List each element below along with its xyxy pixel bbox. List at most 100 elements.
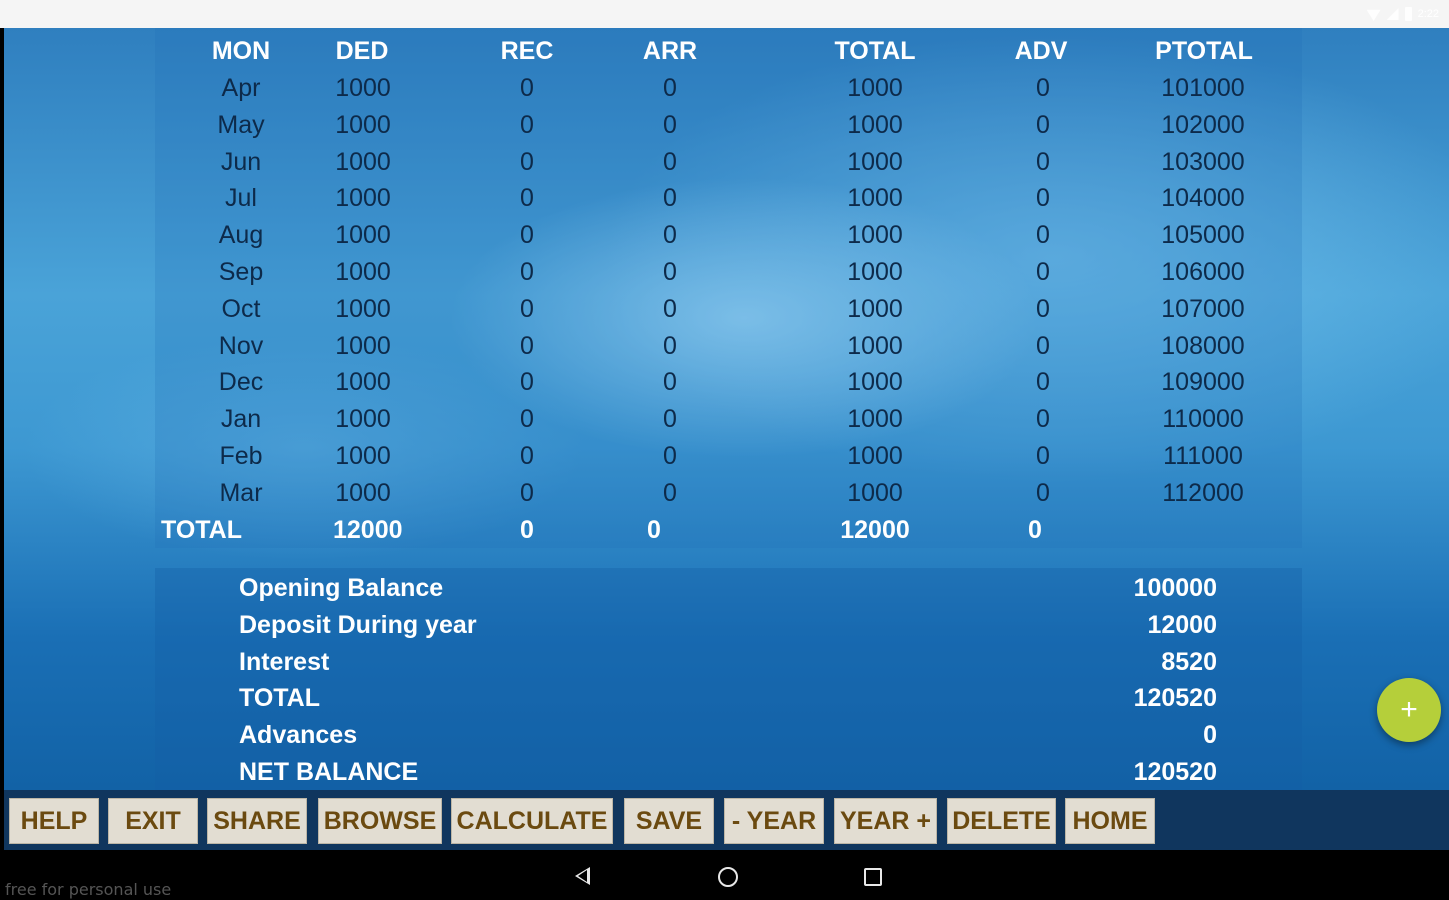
cell-ptotal: 106000 [1161, 258, 1245, 286]
battery-icon [1404, 7, 1412, 21]
cell-ded: 1000 [335, 368, 391, 397]
cell-mon: Dec [218, 368, 264, 397]
cell-arr: 0 [663, 110, 677, 139]
cell-total: 1000 [847, 294, 903, 323]
wifi-icon [1366, 9, 1381, 21]
cell-adv: 0 [1036, 368, 1050, 397]
summary-value: 120520 [1133, 684, 1217, 713]
status-icons: 2:22 [1366, 4, 1439, 24]
cell-rec: 0 [520, 110, 534, 139]
cell-ptotal: 107000 [1161, 294, 1245, 323]
column-header-adv: ADV [1014, 37, 1068, 65]
cell-adv: 0 [1036, 74, 1050, 102]
cell-total: 1000 [847, 405, 903, 434]
summary-label: TOTAL [239, 684, 321, 713]
cell-arr: 0 [663, 184, 677, 213]
status-bar: 2:22 [0, 0, 1449, 28]
total-ded: 12000 [333, 515, 403, 544]
cell-mon: Nov [218, 331, 264, 360]
monthly-table: MON DED REC ARR TOTAL ADV PTOTAL Apr 1000 0 0 1000 0… [155, 28, 1302, 548]
cell-ded: 1000 [335, 294, 391, 323]
cell-ded: 1000 [335, 221, 391, 250]
summary-label: Opening Balance [239, 574, 444, 602]
app-content: MON DED REC ARR TOTAL ADV PTOTAL Apr 1000 0 0 1000 0… [4, 28, 1449, 790]
cell-rec: 0 [520, 478, 534, 507]
cell-arr: 0 [663, 442, 677, 470]
signal-icon [1386, 8, 1399, 20]
column-header-mon: MON [211, 37, 271, 65]
cell-mon: May [217, 110, 265, 139]
help-button[interactable]: HELP [9, 798, 99, 844]
cell-ptotal: 109000 [1161, 368, 1245, 397]
cell-rec: 0 [520, 184, 534, 213]
cell-arr: 0 [663, 368, 677, 397]
cell-arr: 0 [663, 74, 677, 102]
cell-ptotal: 105000 [1161, 221, 1245, 250]
cell-arr: 0 [663, 405, 677, 434]
cell-mon: Apr [221, 74, 261, 102]
cell-ptotal: 108000 [1161, 331, 1245, 360]
cell-adv: 0 [1036, 184, 1050, 213]
column-header-arr: ARR [642, 37, 698, 65]
save-button[interactable]: SAVE [624, 798, 714, 844]
cell-total: 1000 [847, 331, 903, 360]
cell-mon: Jan [220, 405, 262, 434]
cell-rec: 0 [520, 294, 534, 323]
year-plus-button[interactable]: YEAR + [834, 798, 937, 844]
cell-mon: Aug [218, 221, 264, 250]
year-minus-button[interactable]: - YEAR [724, 798, 824, 844]
cell-mon: Mar [219, 478, 263, 507]
cell-arr: 0 [663, 258, 677, 286]
exit-button[interactable]: EXIT [108, 798, 198, 844]
summary-panel: Opening Balance 100000 Deposit During year… [155, 568, 1302, 790]
cell-ptotal: 110000 [1162, 405, 1244, 434]
cell-adv: 0 [1036, 405, 1050, 434]
watermark-text: free for personal use [5, 880, 172, 899]
cell-total: 1000 [847, 478, 903, 507]
bottom-toolbar: HELP EXIT SHARE BROWSE CALCULATE SAVE - YEAR YE… [4, 790, 1449, 850]
cell-rec: 0 [520, 442, 534, 470]
summary-label: NET BALANCE [239, 758, 419, 786]
cell-ptotal: 112000 [1162, 478, 1244, 507]
cell-adv: 0 [1036, 294, 1050, 323]
cell-ptotal: 103000 [1161, 147, 1245, 176]
cell-ded: 1000 [335, 442, 391, 470]
home-button[interactable]: HOME [1065, 798, 1155, 844]
cell-total: 1000 [847, 442, 903, 470]
share-button[interactable]: SHARE [207, 798, 307, 844]
browse-button[interactable]: BROWSE [318, 798, 442, 844]
cell-ded: 1000 [335, 405, 391, 434]
home-circle-icon[interactable] [718, 867, 738, 887]
summary-label: Interest [239, 647, 330, 676]
cell-arr: 0 [663, 147, 677, 176]
cell-ded: 1000 [335, 147, 391, 176]
delete-button[interactable]: DELETE [947, 798, 1056, 844]
cell-total: 1000 [847, 184, 903, 213]
column-header-ded: DED [335, 37, 389, 65]
cell-adv: 0 [1036, 442, 1050, 470]
cell-total: 1000 [847, 258, 903, 286]
cell-adv: 0 [1036, 331, 1050, 360]
cell-rec: 0 [520, 331, 534, 360]
cell-rec: 0 [520, 147, 534, 176]
total-rec: 0 [520, 515, 534, 544]
recents-icon[interactable] [864, 868, 882, 886]
cell-mon: Sep [218, 258, 264, 286]
cell-ded: 1000 [335, 110, 391, 139]
total-total: 12000 [840, 515, 910, 544]
cell-total: 1000 [847, 221, 903, 250]
summary-value: 120520 [1133, 758, 1217, 786]
add-fab-button[interactable]: + [1377, 678, 1441, 742]
cell-mon: Jul [225, 184, 257, 213]
summary-value: 12000 [1147, 610, 1217, 639]
cell-ded: 1000 [335, 184, 391, 213]
column-header-rec: REC [500, 37, 554, 65]
summary-value: 8520 [1161, 647, 1217, 676]
cell-ded: 1000 [335, 478, 391, 507]
cell-rec: 0 [520, 221, 534, 250]
calculate-button[interactable]: CALCULATE [451, 798, 613, 844]
cell-rec: 0 [520, 74, 534, 102]
total-label: TOTAL [161, 515, 243, 544]
cell-arr: 0 [663, 331, 677, 360]
back-icon[interactable] [575, 867, 590, 885]
